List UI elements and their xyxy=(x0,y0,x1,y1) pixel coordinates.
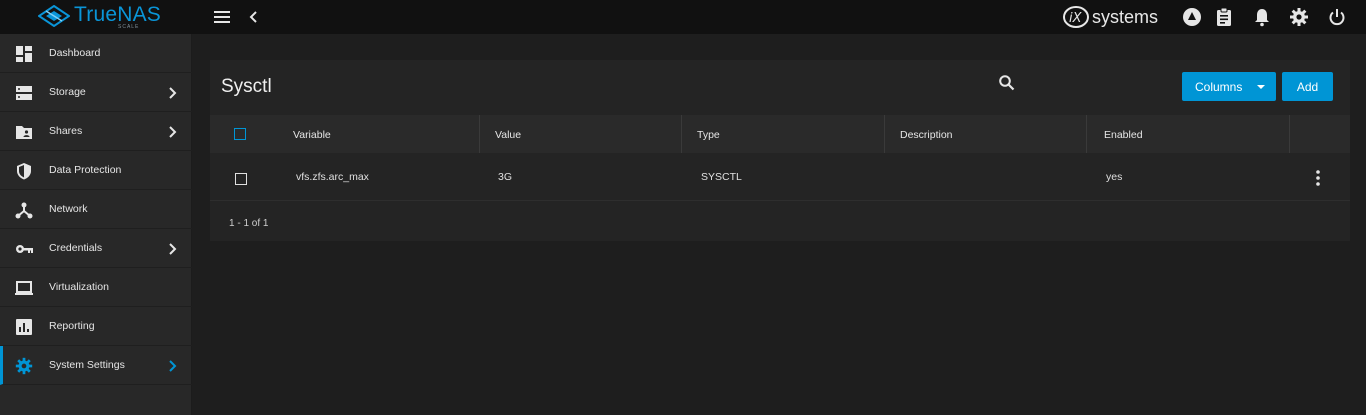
sidebar-item-label: Shares xyxy=(49,125,83,137)
column-header-description[interactable]: Description xyxy=(885,115,1087,153)
sidebar-item-label: Data Protection xyxy=(49,164,122,176)
column-header-label: Value xyxy=(495,129,522,141)
svg-text:iX: iX xyxy=(1069,11,1083,26)
sidebar-item-label: Reporting xyxy=(49,320,95,332)
key-icon xyxy=(16,245,33,253)
brand-logo[interactable]: TrueNAS SCALE xyxy=(38,3,161,31)
columns-button[interactable]: Columns xyxy=(1182,72,1276,101)
truenas-logo-icon xyxy=(38,5,70,27)
sidebar-item-label: Network xyxy=(49,203,88,215)
column-header-label: Type xyxy=(697,129,720,141)
sidebar-item-virtualization[interactable]: Virtualization xyxy=(0,268,192,307)
cell-type: SYSCTL xyxy=(701,171,742,183)
column-header-variable[interactable]: Variable xyxy=(278,115,480,153)
table-header: Variable Value Type Description Enabled xyxy=(210,115,1350,153)
bell-icon[interactable] xyxy=(1251,6,1273,28)
clipboard-icon[interactable] xyxy=(1213,6,1235,28)
folder-share-icon xyxy=(16,126,32,139)
cell-value: 3G xyxy=(498,171,513,183)
sidebar-item-reporting[interactable]: Reporting xyxy=(0,307,192,346)
cell-enabled: yes xyxy=(1106,171,1123,183)
column-header-type[interactable]: Type xyxy=(682,115,885,153)
header-select-cell xyxy=(210,115,278,153)
column-header-label: Variable xyxy=(293,129,331,141)
column-header-value[interactable]: Value xyxy=(480,115,682,153)
sidebar-item-label: Virtualization xyxy=(49,281,109,293)
ix-logo-icon: iX xyxy=(1063,6,1089,28)
caret-down-icon xyxy=(1257,85,1265,89)
shield-icon xyxy=(17,163,31,180)
chevron-right-icon xyxy=(169,87,177,99)
truecommand-icon[interactable] xyxy=(1181,6,1203,28)
sidebar-item-label: System Settings xyxy=(49,359,125,371)
card-title: Sysctl xyxy=(221,76,272,97)
gear-icon xyxy=(15,357,33,375)
column-header-label: Description xyxy=(900,129,953,141)
sidebar-item-dashboard[interactable]: Dashboard xyxy=(0,34,192,73)
sysctl-card: Sysctl Columns Add Variable Value Type D… xyxy=(210,60,1350,241)
network-icon xyxy=(15,202,33,219)
menu-icon[interactable] xyxy=(211,6,233,28)
add-button[interactable]: Add xyxy=(1282,72,1333,101)
dashboard-icon xyxy=(16,46,32,62)
row-checkbox[interactable] xyxy=(235,173,247,185)
sidebar-item-shares[interactable]: Shares xyxy=(0,112,192,151)
sidebar: Dashboard Storage Shares Data Protection xyxy=(0,34,192,415)
column-header-enabled[interactable]: Enabled xyxy=(1087,115,1290,153)
chevron-left-icon[interactable] xyxy=(245,6,263,28)
vendor-name: systems xyxy=(1092,7,1159,27)
sidebar-item-system-settings[interactable]: System Settings xyxy=(0,346,192,385)
chevron-right-icon xyxy=(169,360,177,372)
sidebar-item-data-protection[interactable]: Data Protection xyxy=(0,151,192,190)
pagination-label: 1 - 1 of 1 xyxy=(229,218,269,229)
gear-icon[interactable] xyxy=(1288,6,1310,28)
more-vert-icon[interactable] xyxy=(1310,168,1326,188)
columns-button-label: Columns xyxy=(1195,80,1243,94)
storage-icon xyxy=(16,86,32,100)
sidebar-item-storage[interactable]: Storage xyxy=(0,73,192,112)
column-header-label: Enabled xyxy=(1104,129,1143,141)
cell-variable: vfs.zfs.arc_max xyxy=(296,171,369,183)
sidebar-item-label: Credentials xyxy=(49,242,103,254)
brand-subtitle: SCALE xyxy=(118,24,140,30)
chevron-right-icon xyxy=(169,243,177,255)
sidebar-item-credentials[interactable]: Credentials xyxy=(0,229,192,268)
select-all-checkbox[interactable] xyxy=(234,128,246,140)
laptop-icon xyxy=(15,281,33,295)
table-row[interactable]: vfs.zfs.arc_max 3G SYSCTL yes xyxy=(210,153,1350,201)
sidebar-item-label: Storage xyxy=(49,86,86,98)
sidebar-item-label: Dashboard xyxy=(49,47,101,59)
sidebar-item-network[interactable]: Network xyxy=(0,190,192,229)
chart-icon xyxy=(16,319,32,335)
power-icon[interactable] xyxy=(1326,6,1348,28)
chevron-right-icon xyxy=(169,126,177,138)
top-bar: TrueNAS SCALE iX systems xyxy=(0,0,1366,34)
add-button-label: Add xyxy=(1296,80,1319,94)
search-icon[interactable] xyxy=(998,74,1016,92)
